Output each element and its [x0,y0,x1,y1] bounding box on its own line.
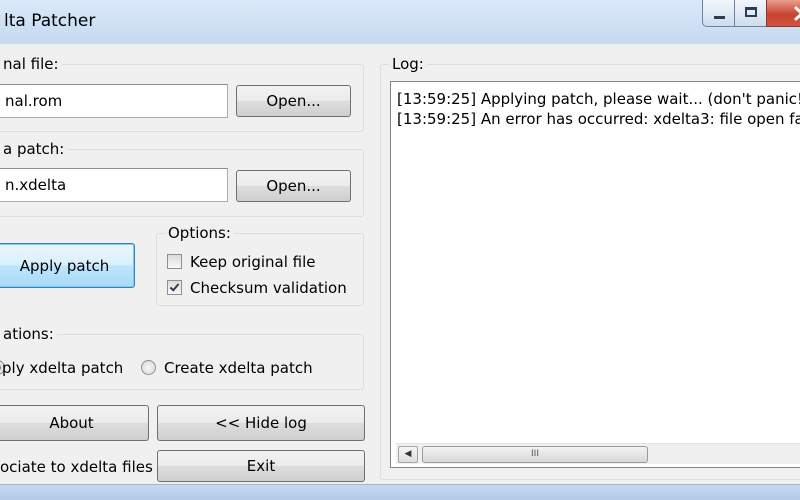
exit-button[interactable]: Exit [157,450,365,482]
minimize-icon [714,16,725,19]
hide-log-button[interactable]: << Hide log [157,405,365,441]
log-textarea[interactable]: [13:59:25] Applying patch, please wait..… [390,81,800,468]
apply-patch-button[interactable]: Apply patch [0,243,135,288]
log-horizontal-scrollbar[interactable]: ◀ III [396,443,800,464]
original-file-input[interactable]: nal.rom [0,84,228,118]
original-file-label: nal file: [0,55,62,73]
log-lines: [13:59:25] Applying patch, please wait..… [397,89,800,129]
close-icon [794,6,800,21]
checksum-checkbox[interactable] [167,280,182,295]
minimize-button[interactable] [702,0,735,27]
checksum-label[interactable]: Checksum validation [190,279,347,297]
associate-xdelta-label[interactable]: ociate to xdelta files [0,458,153,476]
patch-file-input[interactable]: n.xdelta [0,168,228,202]
log-label: Log: [389,55,427,73]
about-button[interactable]: About [0,405,149,441]
scroll-left-icon[interactable]: ◀ [398,446,418,463]
checkmark-icon [169,281,180,292]
title-bar[interactable]: lta Patcher [0,0,800,44]
apply-xdelta-label[interactable]: ply xdelta patch [2,359,123,377]
options-label: Options: [165,224,234,242]
log-line: [13:59:25] An error has occurred: xdelta… [397,110,800,128]
operations-label: ations: [0,325,57,343]
radio-selected-icon [0,364,1,371]
create-xdelta-radio[interactable] [141,360,156,375]
patch-file-label: a patch: [0,140,68,158]
keep-original-label[interactable]: Keep original file [190,253,316,271]
log-line: [13:59:25] Applying patch, please wait..… [397,90,800,108]
window-bottom-border [0,484,800,500]
open-patch-button[interactable]: Open... [236,170,351,202]
create-xdelta-label[interactable]: Create xdelta patch [164,359,313,377]
keep-original-checkbox[interactable] [167,254,182,269]
open-original-button[interactable]: Open... [236,85,351,117]
scroll-thumb[interactable]: III [422,446,648,463]
window-title: lta Patcher [4,11,96,31]
close-button[interactable] [766,0,800,27]
window-controls [702,0,800,28]
maximize-icon [745,7,757,17]
maximize-button[interactable] [734,0,767,27]
